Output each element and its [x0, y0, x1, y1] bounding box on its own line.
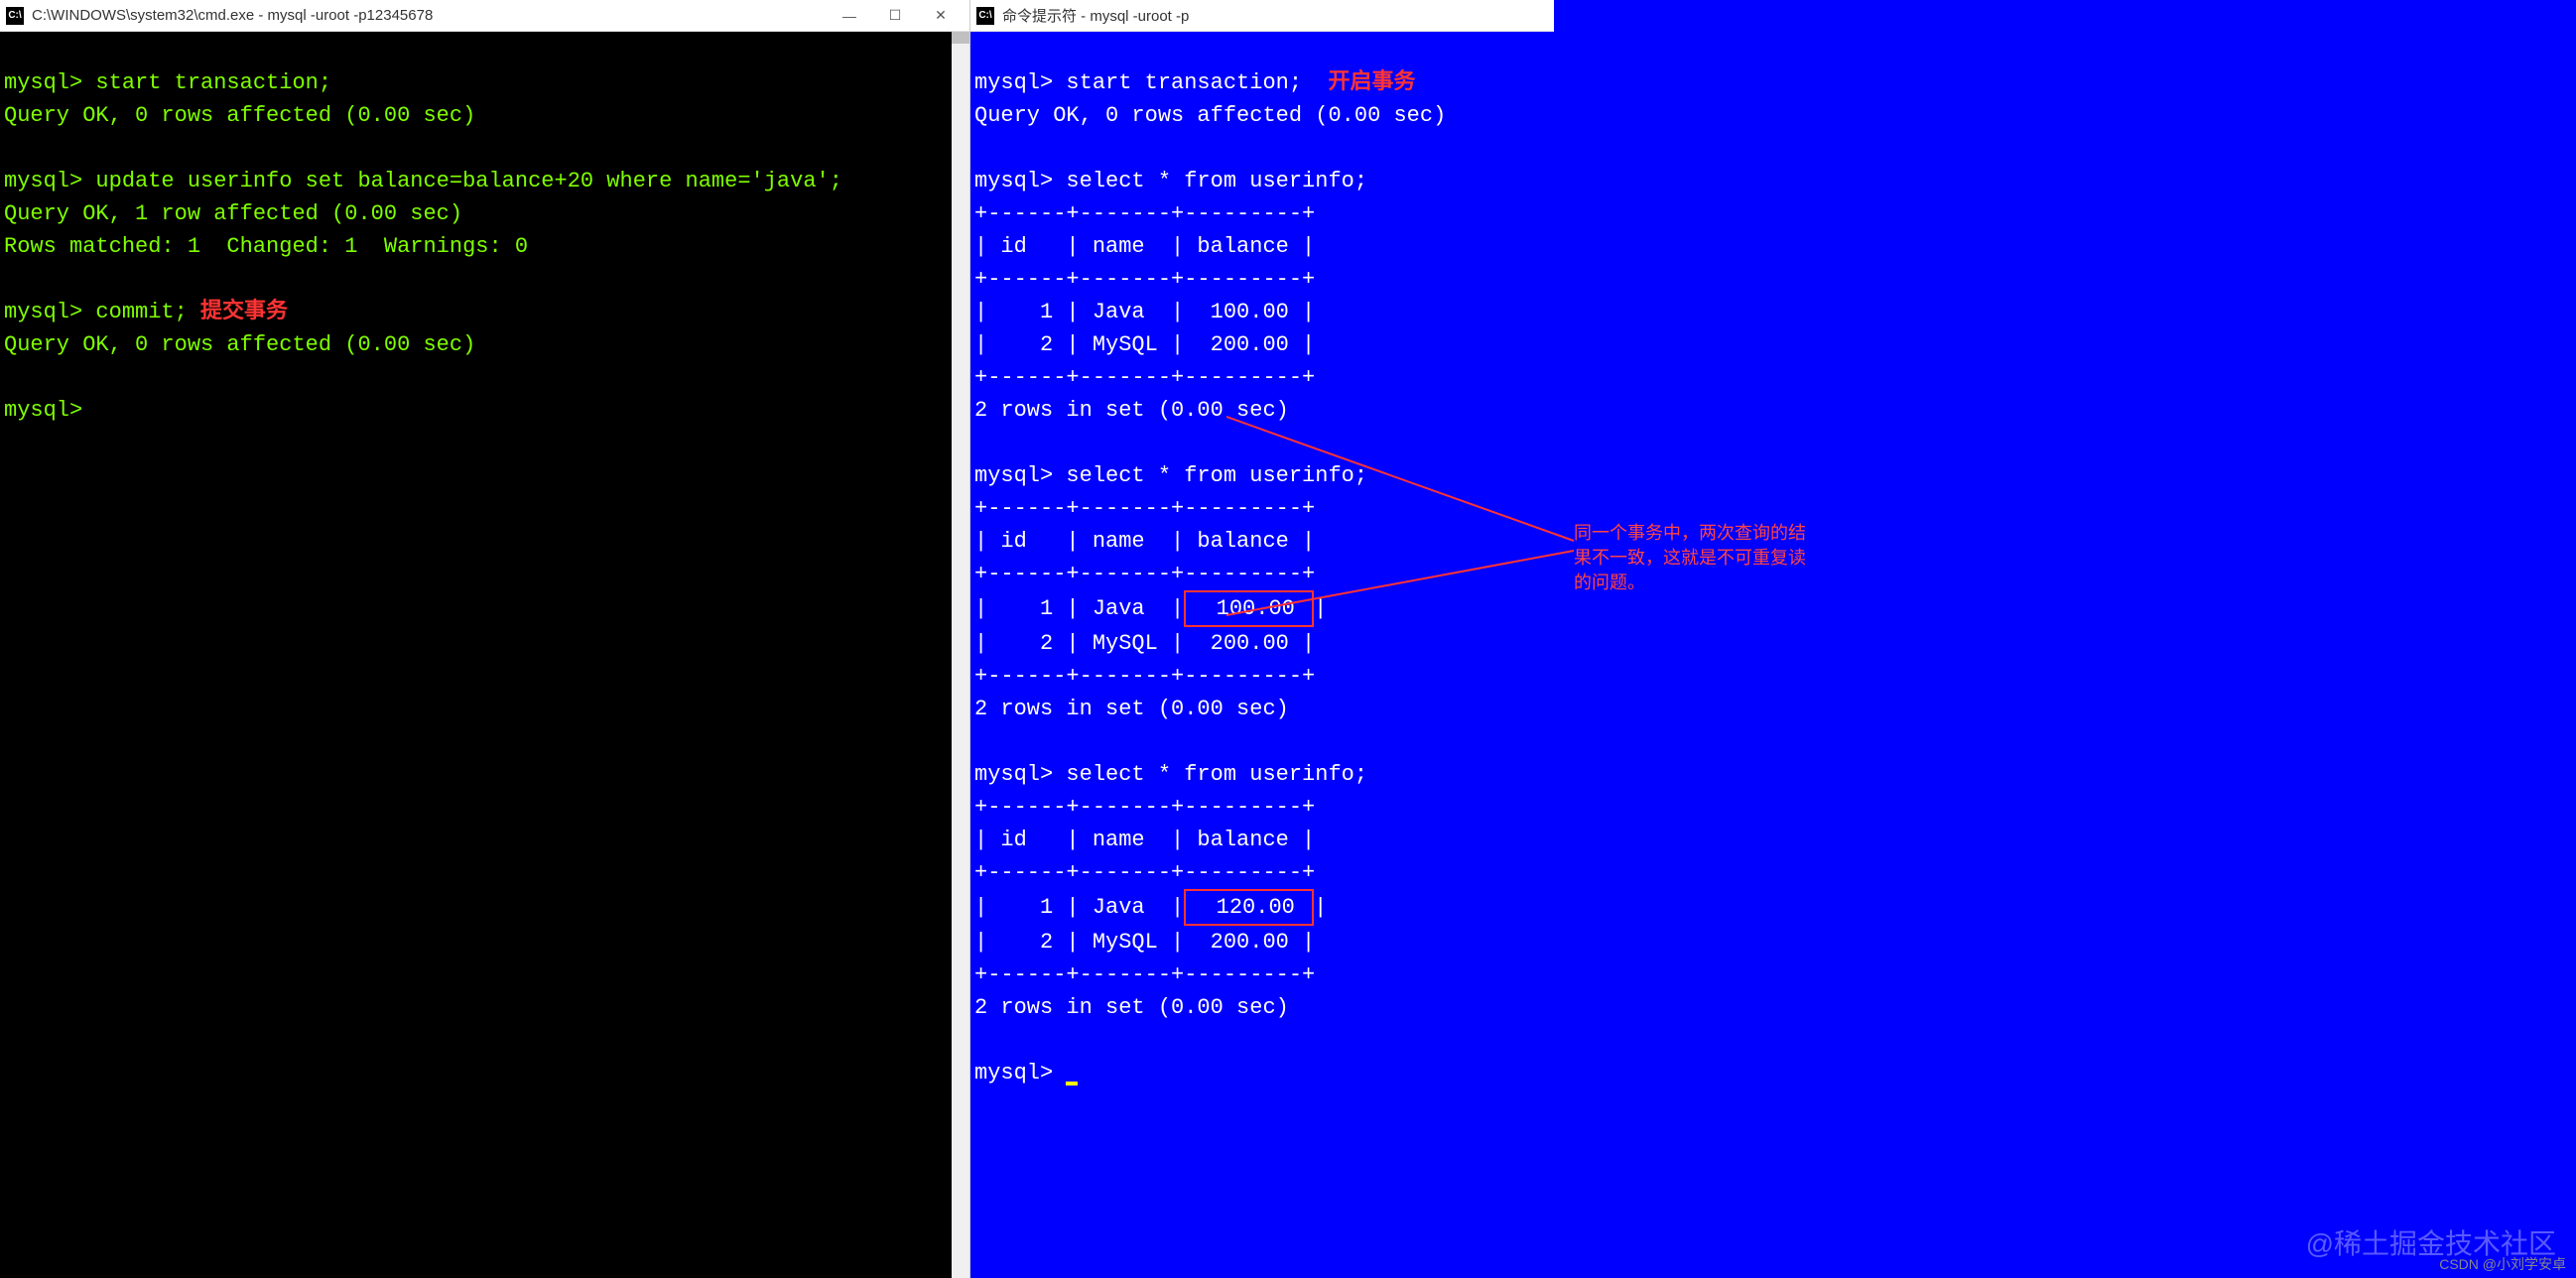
right-terminal-body[interactable]: mysql> start transaction; 开启事务 Query OK,… [970, 32, 1554, 1278]
table-border: +------+-------+---------+ [974, 496, 1315, 521]
scrollbar-thumb[interactable] [952, 32, 969, 44]
annotation-area: 同一个事务中，两次查询的结果不一致，这就是不可重复读的问题。 @稀土掘金技术社区… [1554, 0, 2576, 1278]
terminal-line: Query OK, 1 row affected (0.00 sec) [4, 201, 462, 226]
table-header: | id | name | balance | [974, 234, 1315, 259]
right-terminal-window: C:\ 命令提示符 - mysql -uroot -p mysql> start… [970, 0, 1554, 1278]
close-button[interactable]: ✕ [918, 1, 964, 31]
left-terminal-window: C:\ C:\WINDOWS\system32\cmd.exe - mysql … [0, 0, 970, 1278]
left-terminal-body[interactable]: mysql> start transaction; Query OK, 0 ro… [0, 32, 969, 1278]
cmd-icon: C:\ [6, 7, 24, 25]
terminal-line: mysql> select * from userinfo; [974, 762, 1367, 787]
table-border: +------+-------+---------+ [974, 664, 1315, 689]
commit-annotation: 提交事务 [188, 300, 288, 324]
table-border: +------+-------+---------+ [974, 795, 1315, 820]
table-border: +------+-------+---------+ [974, 365, 1315, 390]
maximize-button[interactable]: ☐ [872, 1, 918, 31]
highlighted-balance-120: 120.00 [1184, 889, 1314, 926]
table-row-part: | 1 | Java | [974, 895, 1184, 920]
cmd-icon: C:\ [976, 7, 994, 25]
table-border: +------+-------+---------+ [974, 267, 1315, 292]
table-border: +------+-------+---------+ [974, 562, 1315, 586]
right-titlebar[interactable]: C:\ 命令提示符 - mysql -uroot -p [970, 0, 1554, 32]
terminal-line: mysql> start transaction; [974, 70, 1302, 95]
table-row: | 2 | MySQL | 200.00 | [974, 930, 1315, 955]
table-row-part: | [1314, 895, 1327, 920]
cursor-icon [1066, 1082, 1078, 1086]
table-row: | 2 | MySQL | 200.00 | [974, 332, 1315, 357]
table-row: | 1 | Java | 100.00 | [974, 300, 1315, 324]
terminal-line: Query OK, 0 rows affected (0.00 sec) [4, 103, 475, 128]
terminal-prompt: mysql> [4, 398, 82, 423]
terminal-line: mysql> commit; [4, 300, 188, 324]
table-border: +------+-------+---------+ [974, 962, 1315, 987]
csdn-watermark: CSDN @小刘学安卓 [2439, 1254, 2566, 1274]
table-row-part: | 1 | Java | [974, 596, 1184, 621]
terminal-line: Query OK, 0 rows affected (0.00 sec) [974, 103, 1446, 128]
terminal-line: mysql> update userinfo set balance=balan… [4, 169, 842, 193]
terminal-line: Query OK, 0 rows affected (0.00 sec) [4, 332, 475, 357]
open-transaction-annotation: 开启事务 [1328, 70, 1415, 95]
table-row: | 2 | MySQL | 200.00 | [974, 631, 1315, 656]
terminal-line: 2 rows in set (0.00 sec) [974, 398, 1289, 423]
terminal-line: mysql> select * from userinfo; [974, 169, 1367, 193]
terminal-line: mysql> select * from userinfo; [974, 463, 1367, 488]
left-titlebar[interactable]: C:\ C:\WINDOWS\system32\cmd.exe - mysql … [0, 0, 969, 32]
minimize-button[interactable]: — [827, 1, 872, 31]
terminal-line: mysql> start transaction; [4, 70, 331, 95]
terminal-prompt: mysql> [974, 1061, 1066, 1086]
table-row-part: | [1314, 596, 1327, 621]
left-window-title: C:\WINDOWS\system32\cmd.exe - mysql -uro… [32, 7, 827, 24]
highlighted-balance-100: 100.00 [1184, 590, 1314, 627]
right-window-title: 命令提示符 - mysql -uroot -p [1002, 5, 1548, 26]
left-scrollbar[interactable] [952, 32, 969, 1278]
terminal-line: 2 rows in set (0.00 sec) [974, 697, 1289, 721]
terminal-line: 2 rows in set (0.00 sec) [974, 995, 1289, 1020]
terminal-line: Rows matched: 1 Changed: 1 Warnings: 0 [4, 234, 528, 259]
non-repeatable-read-annotation: 同一个事务中，两次查询的结果不一致，这就是不可重复读的问题。 [1574, 521, 1812, 596]
left-window-controls: — ☐ ✕ [827, 1, 964, 31]
table-header: | id | name | balance | [974, 828, 1315, 852]
table-border: +------+-------+---------+ [974, 860, 1315, 885]
table-header: | id | name | balance | [974, 529, 1315, 554]
table-border: +------+-------+---------+ [974, 201, 1315, 226]
